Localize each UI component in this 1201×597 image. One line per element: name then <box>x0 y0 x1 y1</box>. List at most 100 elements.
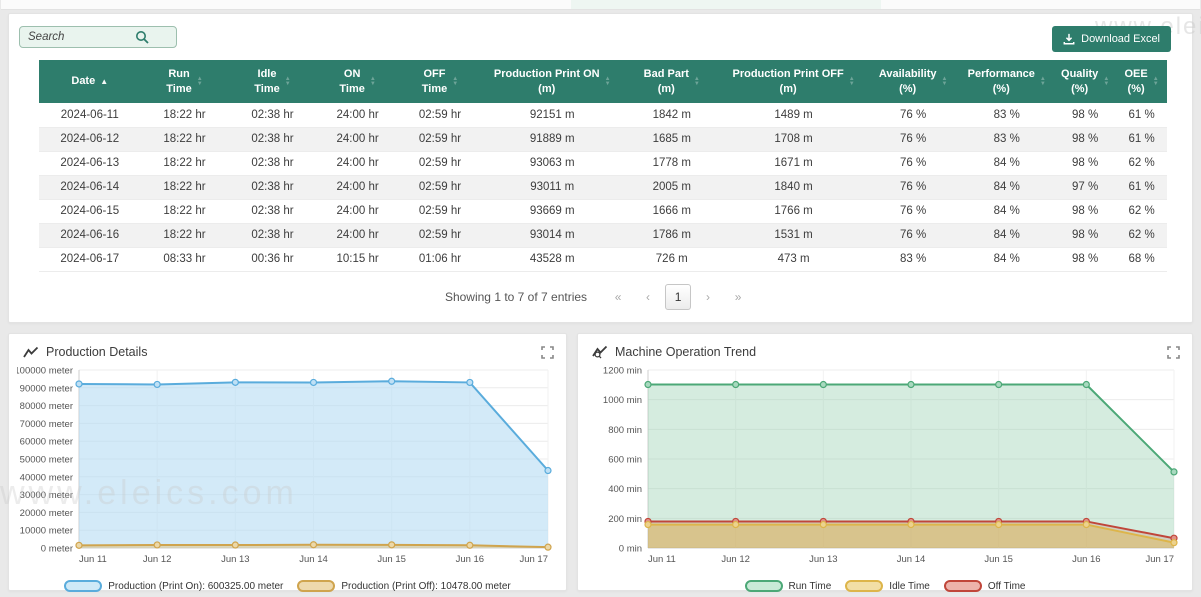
download-excel-label: Download Excel <box>1081 33 1160 45</box>
column-header-idle[interactable]: IdleTime▲▼ <box>228 60 316 103</box>
legend-item[interactable]: Run Time <box>745 580 832 592</box>
production-table: Date▲RunTime▲▼IdleTime▲▼ONTime▲▼OFFTime▲… <box>39 60 1167 272</box>
table-cell: 1840 m <box>720 175 867 199</box>
chart-svg: 0 meter10000 meter20000 meter30000 meter… <box>17 362 558 570</box>
legend-item[interactable]: Idle Time <box>845 580 930 592</box>
column-header-oee[interactable]: OEE(%)▲▼ <box>1116 60 1167 103</box>
legend-swatch <box>64 580 102 592</box>
svg-text:90000 meter: 90000 meter <box>20 383 73 394</box>
table-row[interactable]: 2024-06-1218:22 hr02:38 hr24:00 hr02:59 … <box>39 127 1167 151</box>
table-cell: 18:22 hr <box>141 223 229 247</box>
download-icon <box>1063 33 1075 45</box>
table-cell: 18:22 hr <box>141 127 229 151</box>
table-cell: 02:38 hr <box>228 151 316 175</box>
column-header-bad-part[interactable]: Bad Part(m)▲▼ <box>623 60 720 103</box>
table-card: Download Excel Date▲RunTime▲▼IdleTime▲▼O… <box>8 13 1193 323</box>
column-header-off[interactable]: OFFTime▲▼ <box>399 60 481 103</box>
table-cell: 02:38 hr <box>228 199 316 223</box>
table-cell: 1685 m <box>623 127 720 151</box>
svg-text:Jun 16: Jun 16 <box>1072 554 1101 565</box>
table-cell: 62 % <box>1116 151 1167 175</box>
table-cell: 76 % <box>867 127 959 151</box>
sort-icon: ▲▼ <box>1153 77 1159 87</box>
column-header-production-print-off[interactable]: Production Print OFF(m)▲▼ <box>720 60 867 103</box>
sort-icon: ▲▼ <box>849 77 855 87</box>
column-header-production-print-on[interactable]: Production Print ON(m)▲▼ <box>481 60 623 103</box>
page-number-button[interactable]: 1 <box>665 284 691 310</box>
table-cell: 84 % <box>959 175 1054 199</box>
page-next-button[interactable]: › <box>695 284 721 310</box>
sort-icon: ▲▼ <box>605 77 611 87</box>
column-header-on[interactable]: ONTime▲▼ <box>316 60 398 103</box>
legend-label: Production (Print Off): 10478.00 meter <box>341 581 510 592</box>
legend-label: Idle Time <box>889 581 930 592</box>
table-row[interactable]: 2024-06-1118:22 hr02:38 hr24:00 hr02:59 … <box>39 103 1167 127</box>
column-header-performance[interactable]: Performance(%)▲▼ <box>959 60 1054 103</box>
table-cell: 83 % <box>959 103 1054 127</box>
page-last-button[interactable]: » <box>725 284 751 310</box>
fullscreen-icon[interactable] <box>541 346 554 359</box>
svg-text:10000 meter: 10000 meter <box>20 526 73 537</box>
svg-text:100000 meter: 100000 meter <box>17 366 73 377</box>
svg-text:Jun 17: Jun 17 <box>519 554 548 565</box>
column-header-run[interactable]: RunTime▲▼ <box>141 60 229 103</box>
svg-text:50000 meter: 50000 meter <box>20 455 73 466</box>
table-cell: 18:22 hr <box>141 103 229 127</box>
table-cell: 98 % <box>1054 199 1116 223</box>
table-footer: Showing 1 to 7 of 7 entries « ‹ 1 › » <box>19 284 1177 310</box>
column-header-availability[interactable]: Availability(%)▲▼ <box>867 60 959 103</box>
table-cell: 93011 m <box>481 175 623 199</box>
legend-item[interactable]: Production (Print Off): 10478.00 meter <box>297 580 510 592</box>
table-cell: 1531 m <box>720 223 867 247</box>
table-cell: 98 % <box>1054 103 1116 127</box>
table-cell: 02:59 hr <box>399 151 481 175</box>
table-cell: 24:00 hr <box>316 175 398 199</box>
table-row[interactable]: 2024-06-1318:22 hr02:38 hr24:00 hr02:59 … <box>39 151 1167 175</box>
machine-operation-trend-plot: 0 min200 min400 min600 min800 min1000 mi… <box>586 362 1184 575</box>
chart-header: Machine Operation Trend <box>586 340 1184 362</box>
legend-swatch <box>297 580 335 592</box>
svg-text:Jun 15: Jun 15 <box>984 554 1013 565</box>
svg-text:Jun 11: Jun 11 <box>79 554 107 565</box>
page-first-button[interactable]: « <box>605 284 631 310</box>
table-cell: 24:00 hr <box>316 127 398 151</box>
table-row[interactable]: 2024-06-1618:22 hr02:38 hr24:00 hr02:59 … <box>39 223 1167 247</box>
table-cell: 24:00 hr <box>316 223 398 247</box>
legend-item[interactable]: Production (Print On): 600325.00 meter <box>64 580 283 592</box>
sort-icon: ▲▼ <box>285 77 291 87</box>
page-prev-button[interactable]: ‹ <box>635 284 661 310</box>
table-row[interactable]: 2024-06-1708:33 hr00:36 hr10:15 hr01:06 … <box>39 247 1167 271</box>
top-strip-highlight <box>571 0 881 9</box>
table-toolbar: Download Excel <box>19 26 1177 60</box>
svg-text:20000 meter: 20000 meter <box>20 508 73 519</box>
table-cell: 84 % <box>959 199 1054 223</box>
table-cell: 726 m <box>623 247 720 271</box>
table-cell: 18:22 hr <box>141 151 229 175</box>
legend-item[interactable]: Off Time <box>944 580 1026 592</box>
table-cell: 93014 m <box>481 223 623 247</box>
table-cell: 1489 m <box>720 103 867 127</box>
table-cell: 02:59 hr <box>399 199 481 223</box>
table-cell: 61 % <box>1116 175 1167 199</box>
table-cell: 68 % <box>1116 247 1167 271</box>
table-cell: 98 % <box>1054 223 1116 247</box>
fullscreen-icon[interactable] <box>1167 346 1180 359</box>
table-cell: 1708 m <box>720 127 867 151</box>
machine-operation-trend-chart-card: Machine Operation Trend 0 min200 min400 … <box>577 333 1193 591</box>
trend-search-icon <box>592 345 608 359</box>
search-input[interactable] <box>19 26 177 48</box>
svg-text:800 min: 800 min <box>608 425 642 436</box>
table-row[interactable]: 2024-06-1418:22 hr02:38 hr24:00 hr02:59 … <box>39 175 1167 199</box>
chart-title: Production Details <box>46 345 541 359</box>
column-header-quality[interactable]: Quality(%)▲▼ <box>1054 60 1116 103</box>
table-cell: 24:00 hr <box>316 103 398 127</box>
table-cell: 08:33 hr <box>141 247 229 271</box>
download-excel-button[interactable]: Download Excel <box>1052 26 1171 52</box>
svg-text:Jun 15: Jun 15 <box>377 554 406 565</box>
table-cell: 43528 m <box>481 247 623 271</box>
chart-svg: 0 min200 min400 min600 min800 min1000 mi… <box>586 362 1184 570</box>
table-cell: 76 % <box>867 103 959 127</box>
table-row[interactable]: 2024-06-1518:22 hr02:38 hr24:00 hr02:59 … <box>39 199 1167 223</box>
column-header-date[interactable]: Date▲ <box>39 60 141 103</box>
line-chart-icon <box>23 346 39 359</box>
